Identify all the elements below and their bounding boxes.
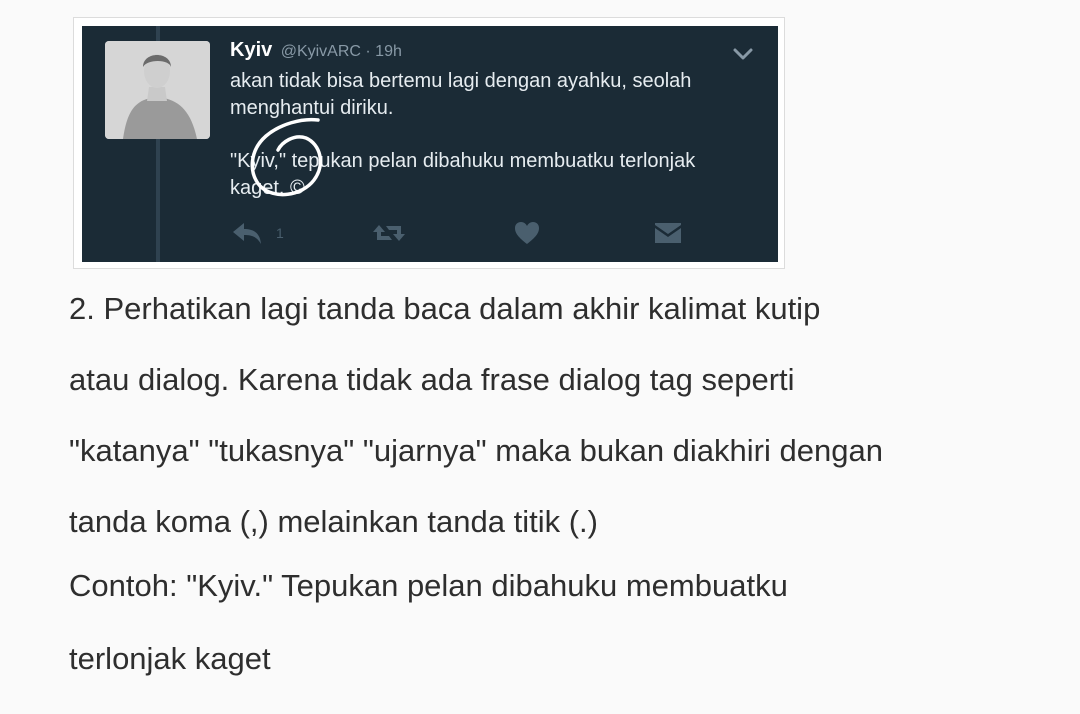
article-line: 2. Perhatikan lagi tanda baca dalam akhi… [69,291,821,326]
heart-icon[interactable] [512,219,542,251]
chevron-down-icon[interactable] [732,46,754,65]
retweet-icon[interactable] [370,219,408,251]
tweet-header: Kyiv @KyivARC · 19h [230,39,402,62]
reply-icon[interactable] [230,219,264,251]
tweet-text-line: akan tidak bisa bertemu lagi dengan ayah… [230,70,692,92]
reply-count: 1 [276,225,284,241]
author-name[interactable]: Kyiv [230,39,272,61]
tweet-text-line: menghantui diriku. [230,97,394,119]
article-line: tanda koma (,) melainkan tanda titik (.) [69,504,598,539]
article-line: terlonjak kaget [69,641,271,676]
embedded-screenshot: Kyiv @KyivARC · 19h akan tidak bisa bert… [73,17,785,269]
article-line: atau dialog. Karena tidak ada frase dial… [69,362,795,397]
tweet-time[interactable]: · 19h [365,43,401,60]
envelope-icon[interactable] [652,219,684,251]
author-handle[interactable]: @KyivARC [281,43,361,60]
article-line: "katanya" "tukasnya" "ujarnya" maka buka… [69,433,883,468]
avatar[interactable] [105,41,210,139]
tweet-text-line: kaget. © [230,177,305,199]
tweet-card: Kyiv @KyivARC · 19h akan tidak bisa bert… [82,26,778,262]
article-body: 2. Perhatikan lagi tanda baca dalam akhi… [69,273,1069,703]
tweet-actions: 1 [230,219,750,249]
tweet-text-line: "Kyiv," tepukan pelan dibahuku membuatku… [230,150,696,172]
article-line: Contoh: "Kyiv." Tepukan pelan dibahuku m… [69,568,788,603]
